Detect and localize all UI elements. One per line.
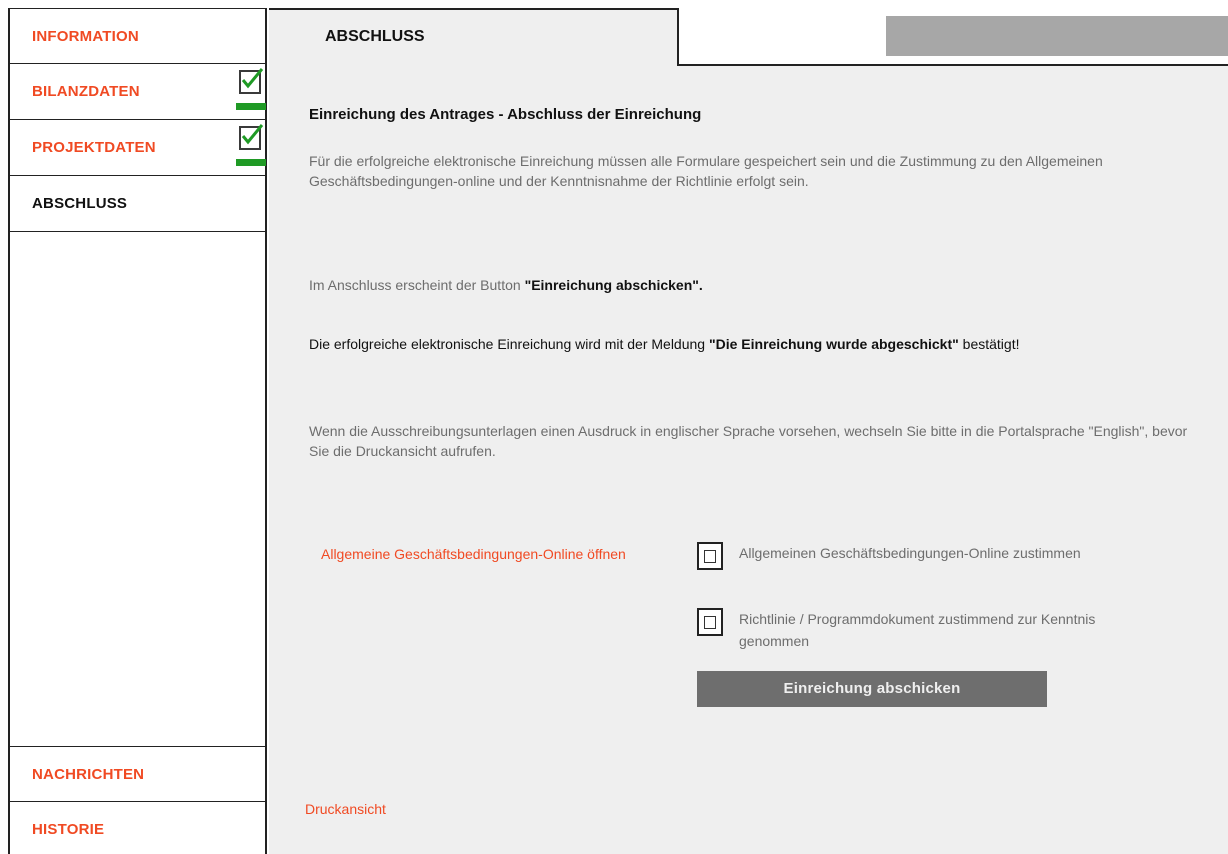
sidebar-item-information[interactable]: INFORMATION [10, 8, 267, 64]
confirmation-bold: "Die Einreichung wurde abgeschickt" [708, 336, 959, 352]
sidebar-item-nachrichten[interactable]: NACHRICHTEN [10, 746, 267, 802]
sidebar-item-label: PROJEKTDATEN [32, 139, 156, 156]
checkmark-icon [236, 68, 266, 116]
button-info-bold: "Einreichung abschicken". [524, 277, 703, 293]
sidebar-item-label: BILANZDATEN [32, 83, 140, 100]
checkmark-icon [236, 124, 266, 172]
sidebar-item-label: ABSCHLUSS [32, 195, 128, 212]
sidebar-item-label: HISTORIE [32, 821, 105, 838]
confirmation-prefix: Die erfolgreiche elektronische Einreichu… [309, 336, 709, 352]
confirmation-text: Die erfolgreiche elektronische Einreichu… [309, 335, 1129, 355]
tab-placeholder [886, 16, 1228, 56]
sidebar-item-historie[interactable]: HISTORIE [10, 802, 267, 854]
confirmation-suffix: bestätigt! [958, 336, 1020, 352]
sidebar-item-projektdaten[interactable]: PROJEKTDATEN [10, 120, 267, 176]
guideline-consent-checkbox[interactable] [697, 608, 723, 636]
button-info-prefix: Im Anschluss erscheint der Button [309, 277, 525, 293]
sidebar-item-abschluss[interactable]: ABSCHLUSS [10, 176, 267, 232]
sidebar-item-label: INFORMATION [32, 28, 139, 45]
agb-open-link[interactable]: Allgemeine Geschäftsbedingungen-Online ö… [321, 543, 641, 565]
tab-bar: ABSCHLUSS [269, 8, 1228, 66]
guideline-consent-label: Richtlinie / Programmdokument zustimmend… [739, 611, 1096, 649]
tab-label: ABSCHLUSS [325, 28, 425, 45]
submit-button[interactable]: Einreichung abschicken [697, 671, 1047, 707]
sidebar: INFORMATION BILANZDATEN PROJEKTDATEN ABS… [8, 8, 267, 854]
sidebar-item-label: NACHRICHTEN [32, 766, 145, 783]
agb-consent-checkbox[interactable] [697, 542, 723, 570]
language-hint-text: Wenn die Ausschreibungsunterlagen einen … [309, 423, 1188, 459]
sidebar-item-bilanzdaten[interactable]: BILANZDATEN [10, 64, 267, 120]
button-info-text: Im Anschluss erscheint der Button "Einre… [309, 276, 1189, 296]
tab-divider [679, 64, 1228, 66]
print-view-link[interactable]: Druckansicht [305, 798, 386, 820]
tab-abschluss[interactable]: ABSCHLUSS [269, 8, 679, 66]
agb-consent-label: Allgemeinen Geschäftsbedingungen-Online … [739, 545, 1081, 561]
page-title: Einreichung des Antrages - Abschluss der… [309, 106, 702, 123]
intro-text: Für die erfolgreiche elektronische Einre… [309, 153, 1103, 189]
main-panel: ABSCHLUSS Einreichung des Antrages - Abs… [269, 8, 1228, 854]
